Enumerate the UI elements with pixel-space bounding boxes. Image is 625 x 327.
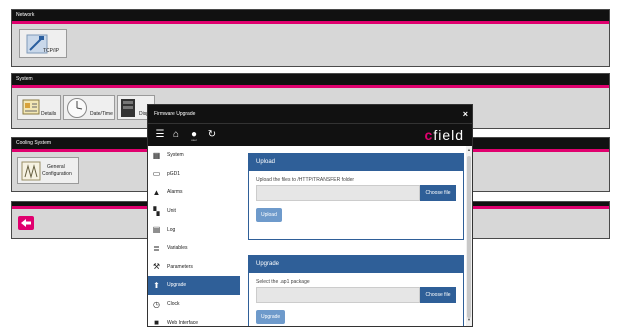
modal-toolbar: ☰ ⌂ ● user ↻ cfield xyxy=(148,123,472,146)
sidebar-item-variables[interactable]: ≣ Variables xyxy=(148,239,240,258)
tile-date-time-label: Date/Time xyxy=(90,111,113,117)
web-icon: ■ xyxy=(154,318,159,327)
details-icon xyxy=(22,99,40,115)
upgrade-file-picker: Choose file xyxy=(256,287,456,303)
clock-icon: ◷ xyxy=(153,299,160,309)
sidebar-item-label: Clock xyxy=(167,301,180,308)
system-panel-title: System xyxy=(12,74,609,85)
network-panel-title: Network xyxy=(12,10,609,21)
upgrade-hint: Select the .ap1 package xyxy=(256,279,310,285)
monitor-icon: ▭ xyxy=(152,169,161,179)
panel-accent-line xyxy=(12,21,609,24)
tile-details[interactable]: Details xyxy=(17,95,61,120)
bell-icon: ▲ xyxy=(152,187,161,197)
sidebar-item-system[interactable]: ▦ System xyxy=(148,146,240,165)
sidebar-item-label: Web Interface xyxy=(167,319,199,326)
network-panel: Network TCP/IP xyxy=(11,9,610,67)
modal-content: Upload Upload the files to /HTTP/TRANSFE… xyxy=(240,146,472,326)
sidebar-item-label: Log xyxy=(167,226,176,233)
tile-tcpip-label: TCP/IP xyxy=(43,48,60,54)
sidebar-item-unit[interactable]: ▚ Unit xyxy=(148,202,240,221)
sidebar-item-parameters[interactable]: ⚒ Parameters xyxy=(148,258,240,277)
sidebar-item-label: Variables xyxy=(167,245,188,252)
display-icon xyxy=(121,99,135,117)
tile-date-time[interactable]: Date/Time xyxy=(63,95,115,120)
sidebar-item-label: Parameters xyxy=(167,263,193,270)
upload-file-field[interactable] xyxy=(256,185,420,201)
upload-file-picker: Choose file xyxy=(256,185,456,201)
tile-general-configuration-label-1: General xyxy=(47,164,65,170)
wrench-icon: ⚒ xyxy=(152,262,161,272)
tile-tcpip[interactable]: TCP/IP xyxy=(19,29,67,58)
hamburger-icon[interactable]: ☰ xyxy=(154,129,166,141)
scrollbar-thumb[interactable] xyxy=(467,156,471,318)
upgrade-card: Upgrade Select the .ap1 package Choose f… xyxy=(248,255,464,326)
tile-details-label: Details xyxy=(41,111,57,117)
cooling-icon xyxy=(21,161,41,181)
back-button[interactable] xyxy=(18,216,34,230)
sidebar-item-pgd1[interactable]: ▭ pGD1 xyxy=(148,165,240,184)
scroll-up-icon[interactable]: ▲ xyxy=(467,148,471,152)
modal-title: Firmware Upgrade xyxy=(154,111,196,117)
grid-icon: ▦ xyxy=(152,150,161,160)
tile-general-configuration-label-2: Configuration xyxy=(42,171,72,177)
cfield-logo: cfield xyxy=(424,127,464,143)
sidebar-item-clock[interactable]: ◷ Clock xyxy=(148,295,240,314)
refresh-icon[interactable]: ↻ xyxy=(206,129,218,141)
unit-icon: ▚ xyxy=(153,206,160,216)
upload-hint: Upload the files to /HTTP/TRANSFER folde… xyxy=(256,177,355,183)
upgrade-card-title: Upgrade xyxy=(249,256,463,273)
modal-scrollbar[interactable]: ▲ ▼ xyxy=(466,146,472,326)
close-button[interactable]: × xyxy=(463,105,468,123)
sidebar-item-web-interface[interactable]: ■ Web Interface xyxy=(148,313,240,327)
database-icon: ≣ xyxy=(153,243,160,253)
upload-card-title: Upload xyxy=(249,154,463,171)
home-icon[interactable]: ⌂ xyxy=(170,129,182,141)
clock-icon xyxy=(67,98,87,118)
sidebar-item-label: Unit xyxy=(167,208,176,215)
modal-title-bar: Firmware Upgrade × xyxy=(148,105,472,123)
upgrade-icon: ⬆ xyxy=(153,280,160,290)
log-icon: ▤ xyxy=(152,225,161,235)
scroll-down-icon[interactable]: ▼ xyxy=(467,318,471,322)
upload-card: Upload Upload the files to /HTTP/TRANSFE… xyxy=(248,153,464,240)
upgrade-file-field[interactable] xyxy=(256,287,420,303)
sidebar-item-log[interactable]: ▤ Log xyxy=(148,220,240,239)
sidebar-item-label: Upgrade xyxy=(167,282,187,289)
sidebar-item-upgrade[interactable]: ⬆ Upgrade xyxy=(148,276,240,295)
upload-choose-file-button[interactable]: Choose file xyxy=(420,185,456,201)
sidebar-item-label: Alarms xyxy=(167,189,183,196)
user-icon-label: user xyxy=(191,138,197,142)
sidebar-item-label: pGD1 xyxy=(167,170,181,177)
user-icon[interactable]: ● user xyxy=(188,129,200,142)
tile-general-configuration[interactable]: General Configuration xyxy=(17,157,79,184)
upgrade-choose-file-button[interactable]: Choose file xyxy=(420,287,456,303)
firmware-upgrade-modal: Firmware Upgrade × ☰ ⌂ ● user ↻ cfield ▦ S… xyxy=(147,104,473,327)
sidebar-item-alarms[interactable]: ▲ Alarms xyxy=(148,183,240,202)
panel-accent-line xyxy=(12,85,609,88)
upgrade-button[interactable]: Upgrade xyxy=(256,310,286,324)
arrow-left-icon xyxy=(21,219,31,227)
upload-button[interactable]: Upload xyxy=(256,208,282,222)
sidebar-item-label: System xyxy=(167,152,184,159)
modal-sidebar: ▦ System ▭ pGD1 ▲ Alarms ▚ Unit ▤ Log ≣ Variab… xyxy=(148,146,240,326)
